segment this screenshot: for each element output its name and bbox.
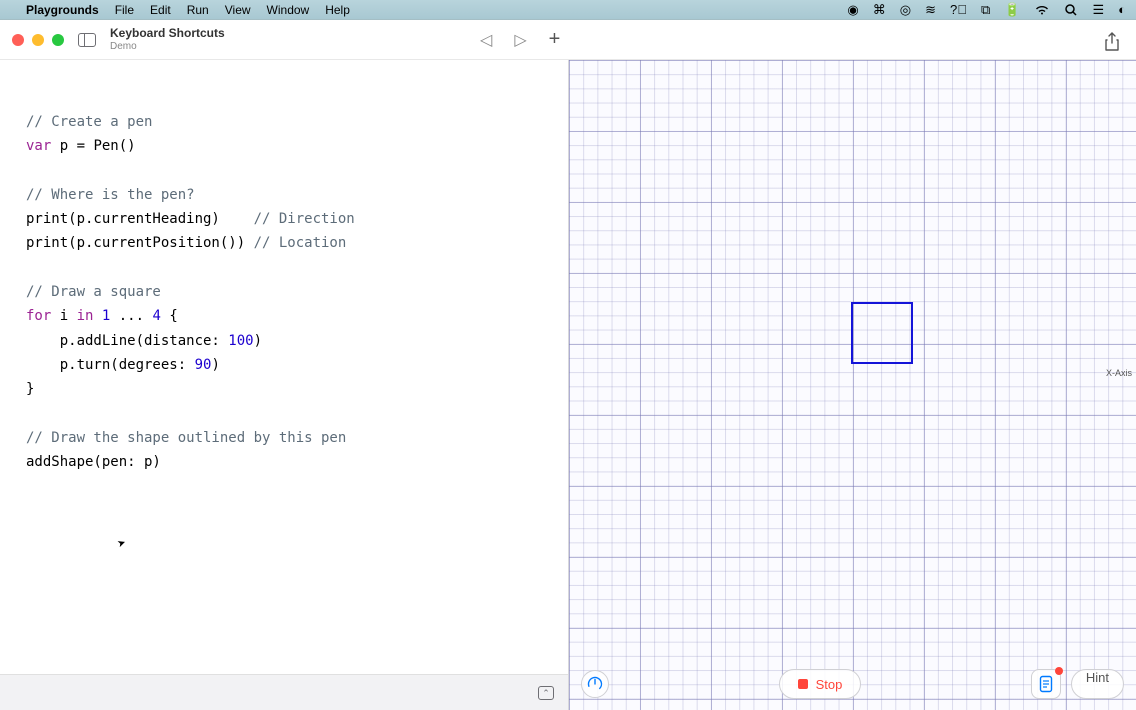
menu-run[interactable]: Run [187, 3, 209, 17]
code-comment: // Where is the pen? [26, 187, 195, 203]
menu-edit[interactable]: Edit [150, 3, 171, 17]
window-titlebar: Keyboard Shortcuts Demo ◁ ▷ + [0, 20, 1136, 60]
code-text: addShape(pen: p) [26, 454, 161, 470]
code-comment: // Direction [254, 211, 355, 227]
battery-icon[interactable]: 🔋 [1004, 2, 1020, 18]
status-icon-2[interactable]: ⌘ [873, 2, 886, 18]
menu-view[interactable]: View [225, 3, 251, 17]
code-comment: // Draw a square [26, 284, 161, 300]
code-number: 100 [228, 333, 253, 349]
status-icon-1[interactable]: ◉ [847, 2, 858, 18]
code-text: print(p.currentPosition()) [26, 235, 254, 251]
close-button[interactable] [12, 34, 24, 46]
code-text: p = Pen() [51, 138, 135, 154]
nav-back-icon[interactable]: ◁ [480, 30, 492, 50]
code-editor[interactable]: // Create a pen var p = Pen() // Where i… [0, 60, 568, 710]
code-text: { [161, 308, 178, 324]
page-nav: ◁ ▷ + [480, 20, 560, 59]
window-title-block: Keyboard Shortcuts Demo [110, 27, 225, 51]
app-menu[interactable]: Playgrounds [26, 3, 99, 17]
live-view: X-Axis Stop [568, 60, 1136, 710]
code-keyword: var [26, 138, 51, 154]
graph-grid [569, 60, 1136, 710]
code-text: ) [211, 357, 219, 373]
fullscreen-button[interactable] [52, 34, 64, 46]
code-number: 4 [152, 308, 160, 324]
menubar-left: Playgrounds File Edit Run View Window He… [10, 3, 350, 17]
stop-label: Stop [816, 677, 843, 692]
status-icon-5[interactable]: ?⃝ [950, 2, 967, 17]
window-subtitle: Demo [110, 41, 225, 52]
spotlight-icon[interactable] [1064, 3, 1078, 17]
code-text: ... [110, 308, 152, 324]
wifi-icon[interactable] [1034, 4, 1050, 16]
menu-file[interactable]: File [115, 3, 134, 17]
status-icon-3[interactable]: ◎ [900, 2, 911, 18]
x-axis-label: X-Axis [1106, 368, 1132, 378]
code-comment: // Create a pen [26, 114, 152, 130]
code-keyword: for [26, 308, 51, 324]
menu-help[interactable]: Help [325, 3, 350, 17]
new-page-button[interactable]: + [549, 28, 561, 51]
menu-window[interactable]: Window [267, 3, 310, 17]
documentation-button[interactable] [1031, 669, 1061, 699]
macos-menubar: Playgrounds File Edit Run View Window He… [0, 0, 1136, 20]
control-center-icon[interactable]: ☰ [1092, 2, 1104, 18]
code-comment: // Location [254, 235, 347, 251]
code-comment: // Draw the shape outlined by this pen [26, 430, 346, 446]
hint-button[interactable]: Hint [1071, 669, 1124, 699]
status-icon-6[interactable]: ⧉ [981, 2, 990, 18]
speed-button[interactable] [581, 670, 609, 698]
code-text: p.addLine(distance: [26, 333, 228, 349]
live-view-controls: Stop Hint [569, 664, 1136, 704]
status-icon-4[interactable]: ≋ [925, 2, 936, 18]
notification-dot-icon [1055, 667, 1063, 675]
siri-icon[interactable]: ◐ [1118, 2, 1126, 17]
minimize-button[interactable] [32, 34, 44, 46]
stop-button[interactable]: Stop [779, 669, 862, 699]
help-controls: Hint [1031, 669, 1124, 699]
nav-forward-icon[interactable]: ▷ [514, 30, 526, 50]
code-text [93, 308, 101, 324]
code-text: p.turn(degrees: [26, 357, 195, 373]
content-split: // Create a pen var p = Pen() // Where i… [0, 60, 1136, 710]
mouse-cursor-icon: ➤ [114, 531, 130, 557]
playground-window: Keyboard Shortcuts Demo ◁ ▷ + // Create … [0, 20, 1136, 710]
menubar-status: ◉ ⌘ ◎ ≋ ?⃝ ⧉ 🔋 ☰ ◐ [847, 2, 1126, 18]
hint-label: Hint [1086, 670, 1109, 685]
code-text: ) [254, 333, 262, 349]
window-title: Keyboard Shortcuts [110, 27, 225, 40]
stop-icon [798, 679, 808, 689]
console-toggle-icon[interactable] [538, 686, 554, 700]
run-controls: Stop [779, 669, 862, 699]
code-text: print(p.currentHeading) [26, 211, 254, 227]
code-text: } [26, 381, 34, 397]
code-number: 90 [195, 357, 212, 373]
share-button[interactable] [1104, 32, 1120, 52]
code-keyword: in [77, 308, 94, 324]
sidebar-toggle-icon[interactable] [78, 33, 96, 47]
code-text: i [51, 308, 76, 324]
drawn-shape-square [851, 302, 913, 364]
traffic-lights [12, 34, 64, 46]
console-bar [0, 674, 568, 710]
